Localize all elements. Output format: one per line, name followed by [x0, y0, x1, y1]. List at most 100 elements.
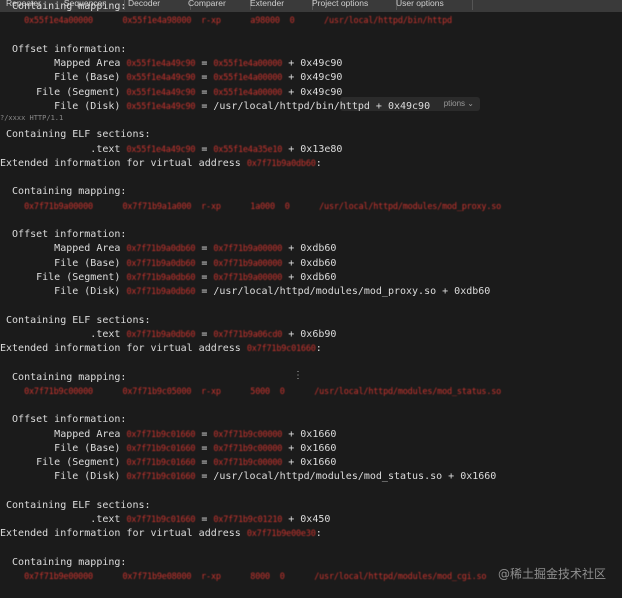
terminal-line: File (Disk) 0x55f1e4a49c90 = /usr/local/…: [0, 100, 622, 114]
terminal-text: Containing mapping:: [0, 371, 127, 383]
terminal-text: File (Segment): [0, 271, 127, 283]
redacted-address: 0x55f1e4a49c90: [126, 87, 196, 98]
redacted-address: 0x55f1e4a49c90: [126, 73, 196, 84]
terminal-text: =: [195, 428, 214, 440]
redacted-address: 0x7f71b9c00000 0x7f71b9c05000 r-xp 5000 …: [24, 386, 502, 397]
terminal-text: File (Segment): [0, 457, 127, 468]
terminal-text: =: [195, 257, 214, 269]
terminal-text: + 0xdb60: [282, 243, 337, 255]
redacted-address: 0x7f71b9c01660: [126, 429, 196, 440]
terminal-text: =: [195, 442, 214, 454]
terminal-text: Containing ELF sections:: [0, 314, 151, 326]
terminal-text: Mapped Area: [0, 243, 127, 255]
terminal-line: File (Segment) 0x55f1e4a49c90 = 0x55f1e4…: [0, 86, 622, 100]
redacted-address: 0x7f71b9a00000 0x7f71b9a1a000 r-xp 1a000…: [24, 201, 502, 212]
terminal-text: =: [195, 58, 214, 69]
redacted-address: 0x55f1e4a35e10: [213, 144, 283, 155]
redacted-address: 0x7f71b9a06cd0: [213, 329, 283, 340]
terminal-text: + 0x450: [282, 514, 331, 525]
terminal-text: Mapped Area: [0, 58, 127, 69]
terminal-text: + 0x49c90: [282, 86, 343, 98]
terminal-text: + 0xdb60: [282, 271, 337, 283]
terminal-text: Extended information for virtual address: [0, 528, 247, 540]
redacted-address: 0x55f1e4a00000: [213, 87, 283, 98]
redacted-address: 0x55f1e4a49c90: [126, 101, 196, 112]
redacted-address: 0x55f1e4a49c90: [126, 144, 196, 155]
terminal-text: :: [315, 343, 322, 354]
terminal-text: Containing mapping:: [0, 1, 127, 12]
redacted-address: 0x7f71b9c01210: [213, 515, 283, 525]
terminal-line: .text 0x7f71b9c01660 = 0x7f71b9c01210 + …: [0, 513, 622, 527]
terminal-line: Containing ELF sections:: [0, 128, 622, 142]
terminal-line: File (Base) 0x55f1e4a49c90 = 0x55f1e4a00…: [0, 71, 622, 85]
terminal-text: + 0x49c90: [282, 58, 343, 69]
terminal-text: File (Disk): [0, 471, 127, 483]
redacted-address: 0x7f71b9c00000: [213, 458, 283, 468]
terminal-text: =: [195, 243, 214, 255]
terminal-text: :: [315, 528, 322, 540]
terminal-text: + 0x6b90: [282, 328, 337, 340]
terminal-line: 0x7f71b9a00000 0x7f71b9a1a000 r-xp 1a000…: [0, 200, 622, 214]
terminal-line: Containing mapping:: [0, 371, 622, 385]
redacted-address: 0x7f71b9a0db60: [126, 329, 196, 340]
redacted-address: 0x7f71b9a0db60: [126, 258, 196, 269]
redacted-address: 0x7f71b9a0db60: [126, 287, 196, 297]
terminal-text: + 0xdb60: [282, 257, 337, 269]
terminal-text: = /usr/local/httpd/modules/mod_status.so…: [195, 471, 497, 483]
terminal-line: Containing mapping:: [0, 185, 622, 199]
terminal-line: Extended information for virtual address…: [0, 157, 622, 171]
redacted-address: 0x7f71b9a0db60: [126, 244, 196, 255]
terminal-text: =: [195, 457, 214, 468]
terminal-line: File (Base) 0x7f71b9c01660 = 0x7f71b9c00…: [0, 442, 622, 456]
terminal-text: Extended information for virtual address: [0, 343, 247, 354]
redacted-address: 0x7f71b9c01660: [126, 472, 196, 483]
text-cursor-icon: ⋮: [293, 370, 303, 381]
terminal-line: Offset information:: [0, 413, 622, 427]
terminal-text: File (Base): [0, 257, 127, 269]
terminal-text: + 0x1660: [282, 428, 337, 440]
terminal-text: + 0x1660: [282, 442, 337, 454]
terminal-line: File (Segment) 0x7f71b9c01660 = 0x7f71b9…: [0, 456, 622, 470]
terminal-text: Containing ELF sections:: [0, 129, 151, 141]
terminal-text: File (Disk): [0, 286, 127, 297]
terminal-line: Extended information for virtual address…: [0, 342, 622, 356]
terminal-text: Offset information:: [0, 229, 127, 240]
terminal-text: =: [195, 514, 214, 525]
redacted-address: 0x7f71b9a00000: [213, 244, 283, 255]
terminal-text: .text: [0, 328, 127, 340]
redacted-address: 0x7f71b9c00000: [213, 429, 283, 440]
redacted-address: 0x7f71b9c01660: [126, 458, 196, 468]
redacted-address: 0x7f71b9e00e30: [246, 529, 316, 540]
terminal-text: Containing mapping:: [0, 186, 127, 198]
terminal-line: Mapped Area 0x7f71b9a0db60 = 0x7f71b9a00…: [0, 242, 622, 256]
terminal-line: Extended information for virtual address…: [0, 527, 622, 541]
terminal-line: Mapped Area 0x7f71b9c01660 = 0x7f71b9c00…: [0, 428, 622, 442]
terminal-text: Extended information for virtual address: [0, 157, 247, 169]
terminal-line: File (Segment) 0x7f71b9a0db60 = 0x7f71b9…: [0, 271, 622, 285]
redacted-address: 0x7f71b9c00000: [213, 443, 283, 454]
terminal-text: Offset information:: [0, 414, 127, 426]
redacted-address: 0x7f71b9a0db60: [126, 272, 196, 283]
terminal-text: Mapped Area: [0, 428, 127, 440]
terminal-line: Offset information:: [0, 43, 622, 57]
terminal-text: File (Segment): [0, 86, 127, 98]
terminal-output: Containing mapping: 0x55f1e4a00000 0x55f…: [0, 0, 622, 598]
terminal-line: File (Base) 0x7f71b9a0db60 = 0x7f71b9a00…: [0, 257, 622, 271]
terminal-text: File (Base): [0, 442, 127, 454]
terminal-text: + 0x1660: [282, 457, 337, 468]
terminal-text: Containing ELF sections:: [0, 499, 151, 511]
terminal-line: File (Disk) 0x7f71b9a0db60 = /usr/local/…: [0, 285, 622, 299]
redacted-address: 0x7f71b9c01660: [126, 443, 196, 454]
terminal-text: .text: [0, 514, 127, 525]
terminal-text: File (Base): [0, 72, 127, 84]
